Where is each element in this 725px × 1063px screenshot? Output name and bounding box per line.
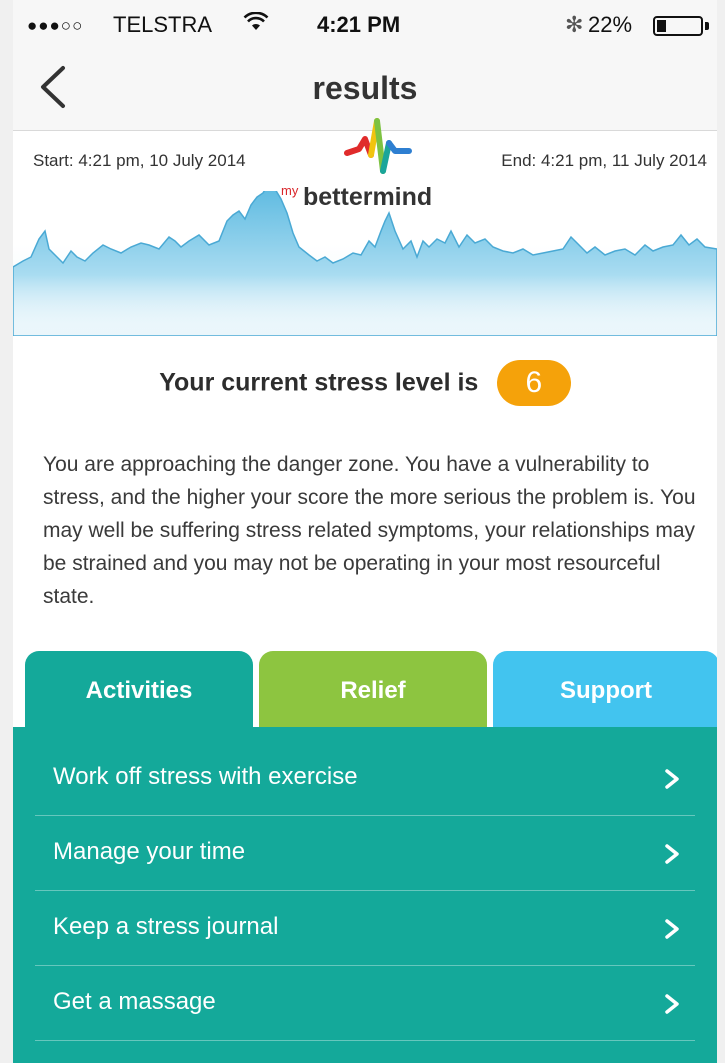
battery-tip <box>705 22 709 30</box>
tab-bar: Activities Relief Support <box>25 651 717 727</box>
logo-name: bettermind <box>303 183 433 211</box>
list-item-exercise[interactable]: Work off stress with exercise <box>35 741 695 816</box>
stress-level-badge: 6 <box>496 360 571 406</box>
stress-level-label: Your current stress level is <box>159 368 479 397</box>
list-item-label: Get a massage <box>53 988 216 1015</box>
status-time: 4:21 PM <box>317 12 401 37</box>
list-item-label: Manage your time <box>53 838 246 865</box>
right-margin <box>717 0 725 1063</box>
list-item-label: Work off stress with exercise <box>53 763 358 790</box>
tab-activities[interactable]: Activities <box>25 651 253 727</box>
end-time: End: 4:21 pm, 11 July 2014 <box>501 151 707 170</box>
battery-icon <box>653 16 703 36</box>
chevron-right-icon <box>665 844 679 864</box>
stress-level-row: Your current stress level is 6 <box>13 360 717 406</box>
bluetooth-icon: ✻ <box>565 12 584 37</box>
status-bar: ●●●○○ TELSTRA 4:21 PM ✻ 22% <box>13 0 717 44</box>
list-item-journal[interactable]: Keep a stress journal <box>35 891 695 966</box>
battery-percentage: 22% <box>588 12 633 37</box>
wifi-icon <box>243 11 269 38</box>
start-time: Start: 4:21 pm, 10 July 2014 <box>33 151 246 170</box>
tab-relief[interactable]: Relief <box>259 651 487 727</box>
activities-panel: Work off stress with exercise Manage you… <box>13 727 717 1063</box>
chevron-right-icon <box>665 919 679 939</box>
chevron-right-icon <box>665 769 679 789</box>
list-item-label: Keep a stress journal <box>53 913 279 940</box>
list-item-massage[interactable]: Get a massage <box>35 966 695 1041</box>
logo-prefix: my <box>281 183 299 198</box>
stress-graph-header: Start: 4:21 pm, 10 July 2014 End: 4:21 p… <box>13 118 717 336</box>
stress-description: You are approaching the danger zone. You… <box>43 453 696 608</box>
page-title: results <box>312 70 418 106</box>
signal-strength-icon: ●●●○○ <box>27 16 84 35</box>
app-screen: ●●●○○ TELSTRA 4:21 PM ✻ 22% results Star… <box>13 0 717 1063</box>
left-margin <box>0 0 13 1063</box>
tab-support[interactable]: Support <box>493 651 717 727</box>
list-item-time[interactable]: Manage your time <box>35 816 695 891</box>
carrier-name: TELSTRA <box>113 12 213 37</box>
chevron-right-icon <box>665 994 679 1014</box>
